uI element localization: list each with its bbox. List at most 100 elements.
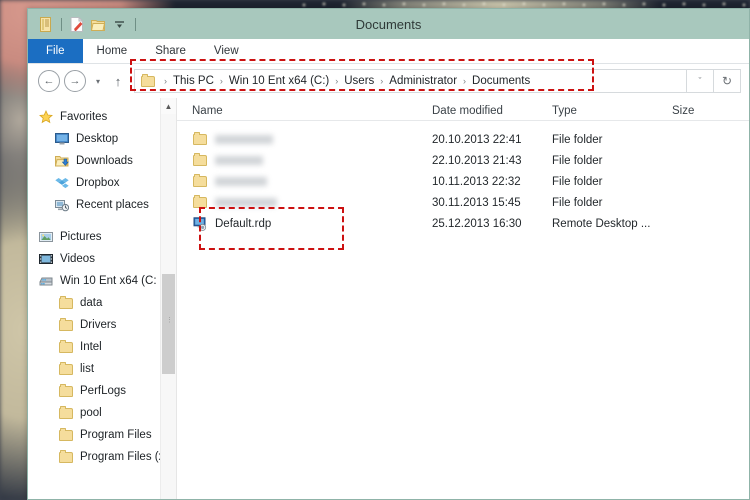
address-dropdown-chevron-icon[interactable]: ˇ	[687, 69, 714, 93]
star-icon	[38, 109, 54, 125]
date-modified-cell: 22.10.2013 21:43	[432, 154, 522, 167]
drive-icon	[38, 273, 54, 289]
rdp-file-icon	[192, 216, 208, 232]
type-cell: Remote Desktop ...	[552, 217, 651, 230]
sidebar-item-videos[interactable]: Videos	[28, 248, 176, 270]
redacted-folder-name	[215, 177, 267, 186]
sidebar-item-downloads-label: Downloads	[76, 155, 133, 167]
sidebar-item-data[interactable]: data	[28, 292, 176, 314]
file-name-cell[interactable]	[177, 132, 432, 148]
recent-places-icon	[54, 197, 70, 213]
breadcrumb-this-pc[interactable]: This PC	[169, 75, 218, 87]
redacted-folder-name	[215, 135, 273, 144]
file-explorer-window: Documents File Home Share View ← → ▾ ↑ ›…	[27, 8, 750, 500]
sidebar-item-drive-label: Win 10 Ent x64 (C:	[60, 275, 157, 287]
sidebar-item-data-label: data	[80, 297, 103, 309]
column-header-date-modified[interactable]: Date modified	[432, 105, 552, 120]
breadcrumb-sep-3: ›	[380, 76, 384, 86]
sidebar-item-pictures[interactable]: Pictures	[28, 226, 176, 248]
tab-file[interactable]: File	[28, 39, 83, 63]
desktop-icon	[54, 131, 70, 147]
breadcrumb-administrator[interactable]: Administrator	[385, 75, 461, 87]
address-breadcrumb-bar[interactable]: › This PC › Win 10 Ent x64 (C:) › Users …	[134, 69, 687, 93]
sidebar-item-intel[interactable]: Intel	[28, 336, 176, 358]
folder-icon	[58, 449, 74, 465]
table-row[interactable]: 30.11.2013 15:45 File folder	[177, 192, 749, 213]
qat-separator-2	[135, 17, 136, 31]
refresh-icon[interactable]: ↻	[714, 69, 741, 93]
sidebar-item-perflogs[interactable]: PerfLogs	[28, 380, 176, 402]
folder-icon	[192, 195, 208, 211]
column-header-name[interactable]: Name	[177, 105, 432, 120]
navigation-pane: Favorites Desktop Downloads Dropbox Rece…	[28, 98, 176, 499]
tab-share[interactable]: Share	[141, 39, 200, 63]
date-modified-cell: 10.11.2013 22:32	[432, 175, 521, 188]
sidebar-item-pool[interactable]: pool	[28, 402, 176, 424]
file-name-cell[interactable]	[177, 195, 432, 211]
address-bar-row: ← → ▾ ↑ › This PC › Win 10 Ent x64 (C:) …	[28, 64, 749, 98]
tab-view[interactable]: View	[200, 39, 253, 63]
table-row[interactable]: 20.10.2013 22:41 File folder	[177, 129, 749, 150]
sidebar-item-drive[interactable]: Win 10 Ent x64 (C:	[28, 270, 176, 292]
sidebar-item-program-files-x86-label: Program Files (x8	[80, 451, 171, 463]
sidebar-group-favorites-label: Favorites	[60, 111, 108, 123]
breadcrumb-documents[interactable]: Documents	[468, 75, 534, 87]
file-list-pane: Name Date modified Type Size 20.10.2013 …	[177, 98, 749, 499]
up-button[interactable]: ↑	[108, 71, 128, 91]
scrollbar-thumb[interactable]	[162, 274, 175, 374]
pictures-icon	[38, 229, 54, 245]
sidebar-item-program-files-x86[interactable]: Program Files (x8	[28, 446, 176, 468]
sidebar-item-recent-places[interactable]: Recent places	[28, 194, 176, 216]
sidebar-item-list[interactable]: list	[28, 358, 176, 380]
properties-icon[interactable]	[37, 16, 54, 33]
sidebar-item-recent-places-label: Recent places	[76, 199, 149, 211]
file-name-cell[interactable]	[177, 153, 432, 169]
forward-button[interactable]: →	[64, 70, 86, 92]
sidebar-item-list-label: list	[80, 363, 95, 375]
folder-icon	[58, 383, 74, 399]
redacted-folder-name	[215, 198, 277, 207]
type-cell: File folder	[552, 196, 603, 209]
file-name-cell[interactable]: Default.rdp	[177, 216, 432, 232]
folder-icon	[58, 295, 74, 311]
breadcrumb-folder-icon	[140, 73, 156, 89]
downloads-icon	[54, 153, 70, 169]
folder-icon	[58, 361, 74, 377]
sidebar-item-perflogs-label: PerfLogs	[80, 385, 127, 397]
recent-locations-button[interactable]: ▾	[90, 71, 106, 91]
sidebar-item-drivers-label: Drivers	[80, 319, 117, 331]
sidebar-item-desktop[interactable]: Desktop	[28, 128, 176, 150]
tab-home[interactable]: Home	[83, 39, 142, 63]
list-top-gap	[177, 121, 749, 129]
new-folder-icon[interactable]	[69, 16, 86, 33]
qat-separator-1	[61, 17, 62, 31]
sidebar-item-drivers[interactable]: Drivers	[28, 314, 176, 336]
sidebar-item-downloads[interactable]: Downloads	[28, 150, 176, 172]
file-name-label: Default.rdp	[215, 217, 272, 230]
column-header-row: Name Date modified Type Size	[177, 98, 749, 121]
breadcrumb-users[interactable]: Users	[340, 75, 378, 87]
customize-qat-chevron-icon[interactable]	[111, 16, 128, 33]
file-name-cell[interactable]	[177, 174, 432, 190]
column-header-size[interactable]: Size	[672, 105, 732, 120]
sidebar-item-dropbox[interactable]: Dropbox	[28, 172, 176, 194]
date-modified-cell: 30.11.2013 15:45	[432, 196, 521, 209]
back-button[interactable]: ←	[38, 70, 60, 92]
scrollbar-up-arrow-icon[interactable]: ▲	[161, 98, 176, 114]
sidebar-item-pictures-label: Pictures	[60, 231, 102, 243]
column-header-type[interactable]: Type	[552, 105, 672, 120]
table-row[interactable]: Default.rdp 25.12.2013 16:30 Remote Desk…	[177, 213, 749, 234]
breadcrumb-sep-1: ›	[219, 76, 223, 86]
sidebar-group-favorites[interactable]: Favorites	[28, 106, 176, 128]
dropbox-icon	[54, 175, 70, 191]
ribbon-tab-strip: File Home Share View	[28, 39, 749, 64]
folder-icon	[192, 132, 208, 148]
sidebar-item-program-files[interactable]: Program Files	[28, 424, 176, 446]
folder-icon[interactable]	[90, 16, 107, 33]
table-row[interactable]: 10.11.2013 22:32 File folder	[177, 171, 749, 192]
navigation-pane-scrollbar[interactable]: ▲ ⋮	[160, 98, 176, 499]
type-cell: File folder	[552, 154, 603, 167]
table-row[interactable]: 22.10.2013 21:43 File folder	[177, 150, 749, 171]
title-bar: Documents	[28, 9, 749, 39]
breadcrumb-drive[interactable]: Win 10 Ent x64 (C:)	[225, 75, 333, 87]
